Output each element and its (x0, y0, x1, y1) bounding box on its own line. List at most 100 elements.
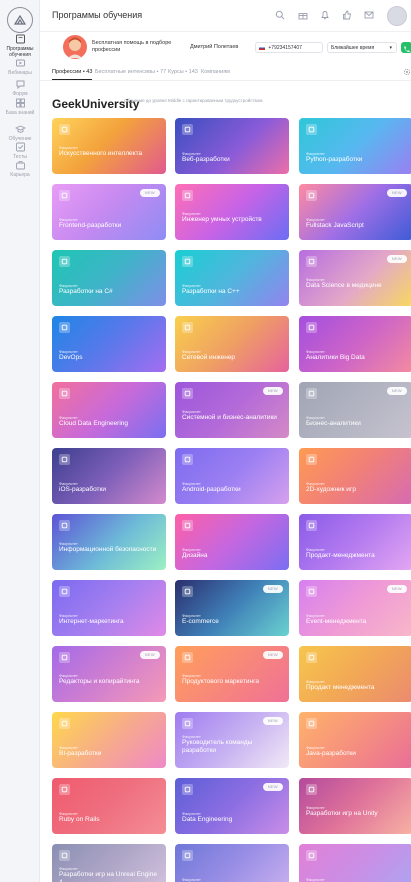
page-title: Программы обучения (52, 10, 143, 20)
faculty-card[interactable]: Факультет Продакт менеджмента (299, 646, 411, 702)
apple-icon (59, 454, 70, 465)
new-badge: NEW (386, 585, 407, 593)
faculty-card[interactable]: Факультет Интернет-маркетинга (52, 580, 166, 636)
sidebar-item-label: Форум (12, 91, 28, 97)
bell-icon[interactable] (320, 10, 330, 20)
sidebar-item-learning[interactable]: Обучение (0, 124, 40, 142)
faculty-card[interactable]: Факультет Продакт-менеджмента (299, 514, 411, 570)
window-icon (59, 190, 70, 201)
manager-name: Дмитрий Полетаев (190, 44, 239, 50)
calendar-icon (306, 586, 317, 597)
sidebar-item-tests[interactable]: Тесты (0, 142, 40, 160)
loop-icon (59, 322, 70, 333)
faculty-card[interactable]: NEW Факультет Frontend-разработки (52, 184, 166, 240)
sidebar-item-forum[interactable]: Форум (0, 79, 40, 97)
faculty-card[interactable]: NEW Факультет Продуктового маркетинга (175, 646, 289, 702)
check-icon (15, 142, 25, 152)
new-badge: NEW (139, 189, 160, 197)
faculty-card[interactable]: ФакультетРазработки VR/AR (299, 844, 411, 882)
briefcase-icon (15, 161, 25, 170)
card-title: Python-разработки (306, 156, 363, 163)
faculty-card[interactable]: NEW Факультет E-commerce (175, 580, 289, 636)
avatar[interactable] (387, 6, 407, 26)
card-title: Искусственного интеллекта (59, 150, 143, 157)
sidebar-item-programs[interactable]: Программы обучения (0, 34, 40, 58)
card-title: Инженер умных устройств (182, 216, 262, 223)
cpp-icon (182, 256, 193, 267)
card-title: Java-разработки (306, 750, 356, 757)
dollar-icon (306, 520, 317, 531)
faculty-card[interactable]: ФакультетИгровой аналитики (175, 844, 289, 882)
new-badge: NEW (262, 717, 283, 725)
card-title: Информационной безопасности (59, 546, 157, 553)
design-icon (182, 520, 193, 531)
sidebar-item-webinars[interactable]: Вебинары (0, 58, 40, 76)
time-select[interactable]: Ближайшее время ▾ (327, 42, 397, 53)
faculty-card[interactable]: Факультет Разработки игр на Unity (299, 778, 411, 834)
faculty-card[interactable]: Факультет Cloud Data Engineering (52, 382, 166, 438)
faculty-card[interactable]: NEW Факультет Data Science в медицине (299, 250, 411, 306)
android-icon (182, 454, 193, 465)
tab-courses[interactable]: Курсы • 143 (168, 69, 198, 75)
card-title: Веб-разработки (182, 156, 230, 163)
card-title: BI-разработки (59, 750, 102, 757)
brand-subtitle: Обучение до уровня Middle с гарантирован… (124, 98, 263, 103)
faculty-card[interactable]: NEW Факультет Event-менеджмента (299, 580, 411, 636)
brush-icon (306, 454, 317, 465)
book-icon (15, 34, 25, 44)
faculty-card[interactable]: NEW Факультет Руководитель команды разрабо… (175, 712, 289, 768)
faculty-card[interactable]: Факультет 2D-художник игр (299, 448, 411, 504)
card-title: Руководитель команды разработки (182, 739, 253, 754)
sidebar-item-career[interactable]: Карьера (0, 160, 40, 178)
tab-companies[interactable]: Компаниям (201, 69, 230, 75)
faculty-card[interactable]: NEW Факультет Системной и бизнес-аналитики (175, 382, 289, 438)
phone-field[interactable]: +79234157407 (255, 42, 323, 53)
faculty-card[interactable]: Факультет Информационной безопасности (52, 514, 166, 570)
tab-free-intensives[interactable]: Бесплатные интенсивы • 77 (95, 69, 166, 75)
settings-icon[interactable] (403, 68, 411, 76)
new-badge: NEW (262, 387, 283, 395)
cap-icon (14, 125, 26, 133)
chat-icon (16, 80, 24, 89)
unreal-icon (59, 850, 70, 861)
faculty-card[interactable]: Факультет Python-разработки (299, 118, 411, 174)
logo-icon[interactable] (7, 7, 33, 33)
mail-icon[interactable] (364, 10, 374, 20)
faculty-card[interactable]: NEW Факультет Бизнес-аналитики (299, 382, 411, 438)
faculty-card[interactable]: Факультет Дизайна (175, 514, 289, 570)
faculty-card[interactable]: Факультет BI-разработки (52, 712, 166, 768)
faculty-card[interactable]: Факультет iOS-разработки (52, 448, 166, 504)
faculty-card[interactable]: NEW Факультет Data Engineering (175, 778, 289, 834)
faculty-card[interactable]: Факультет Разработки на C++ (175, 250, 289, 306)
flask-icon (306, 256, 317, 267)
card-title: Ruby on Rails (59, 816, 100, 823)
faculty-card[interactable]: NEW Факультет Fullstack JavaScript (299, 184, 411, 240)
gear-icon (182, 718, 193, 729)
unity-icon (306, 784, 317, 795)
faculty-card[interactable]: Факультет Аналитики Big Data (299, 316, 411, 372)
faculty-card[interactable]: Факультет Сетевой инженер (175, 316, 289, 372)
faculty-card[interactable]: Факультет DevOps (52, 316, 166, 372)
thumbs-up-icon[interactable] (342, 10, 352, 20)
search-icon[interactable] (275, 10, 285, 20)
gift-icon[interactable] (298, 10, 308, 20)
card-title: iOS-разработки (59, 486, 107, 493)
faculty-card[interactable]: Факультет Android-разработки (175, 448, 289, 504)
tab-professions[interactable]: Профессии • 43 (52, 69, 93, 80)
call-button[interactable] (401, 42, 411, 53)
cart-icon (182, 586, 193, 597)
faculty-card[interactable]: Факультет Искусственного интеллекта (52, 118, 166, 174)
faculty-card[interactable]: Факультет Разработки игр на Unreal Engine… (52, 844, 166, 882)
new-badge: NEW (139, 651, 160, 659)
faculty-card[interactable]: Факультет Веб-разработки (175, 118, 289, 174)
faculty-card[interactable]: NEW Факультет Редакторы и копирайтинга (52, 646, 166, 702)
cursor-icon (182, 124, 193, 135)
faculty-card[interactable]: Факультет Разработки на C# (52, 250, 166, 306)
x-icon (59, 124, 70, 135)
trend-icon (306, 388, 317, 399)
faculty-card[interactable]: Факультет Java-разработки (299, 712, 411, 768)
faculty-card[interactable]: Факультет Инженер умных устройств (175, 184, 289, 240)
new-badge: NEW (262, 651, 283, 659)
sidebar-item-knowledge[interactable]: База знаний (0, 98, 40, 116)
faculty-card[interactable]: Факультет Ruby on Rails (52, 778, 166, 834)
